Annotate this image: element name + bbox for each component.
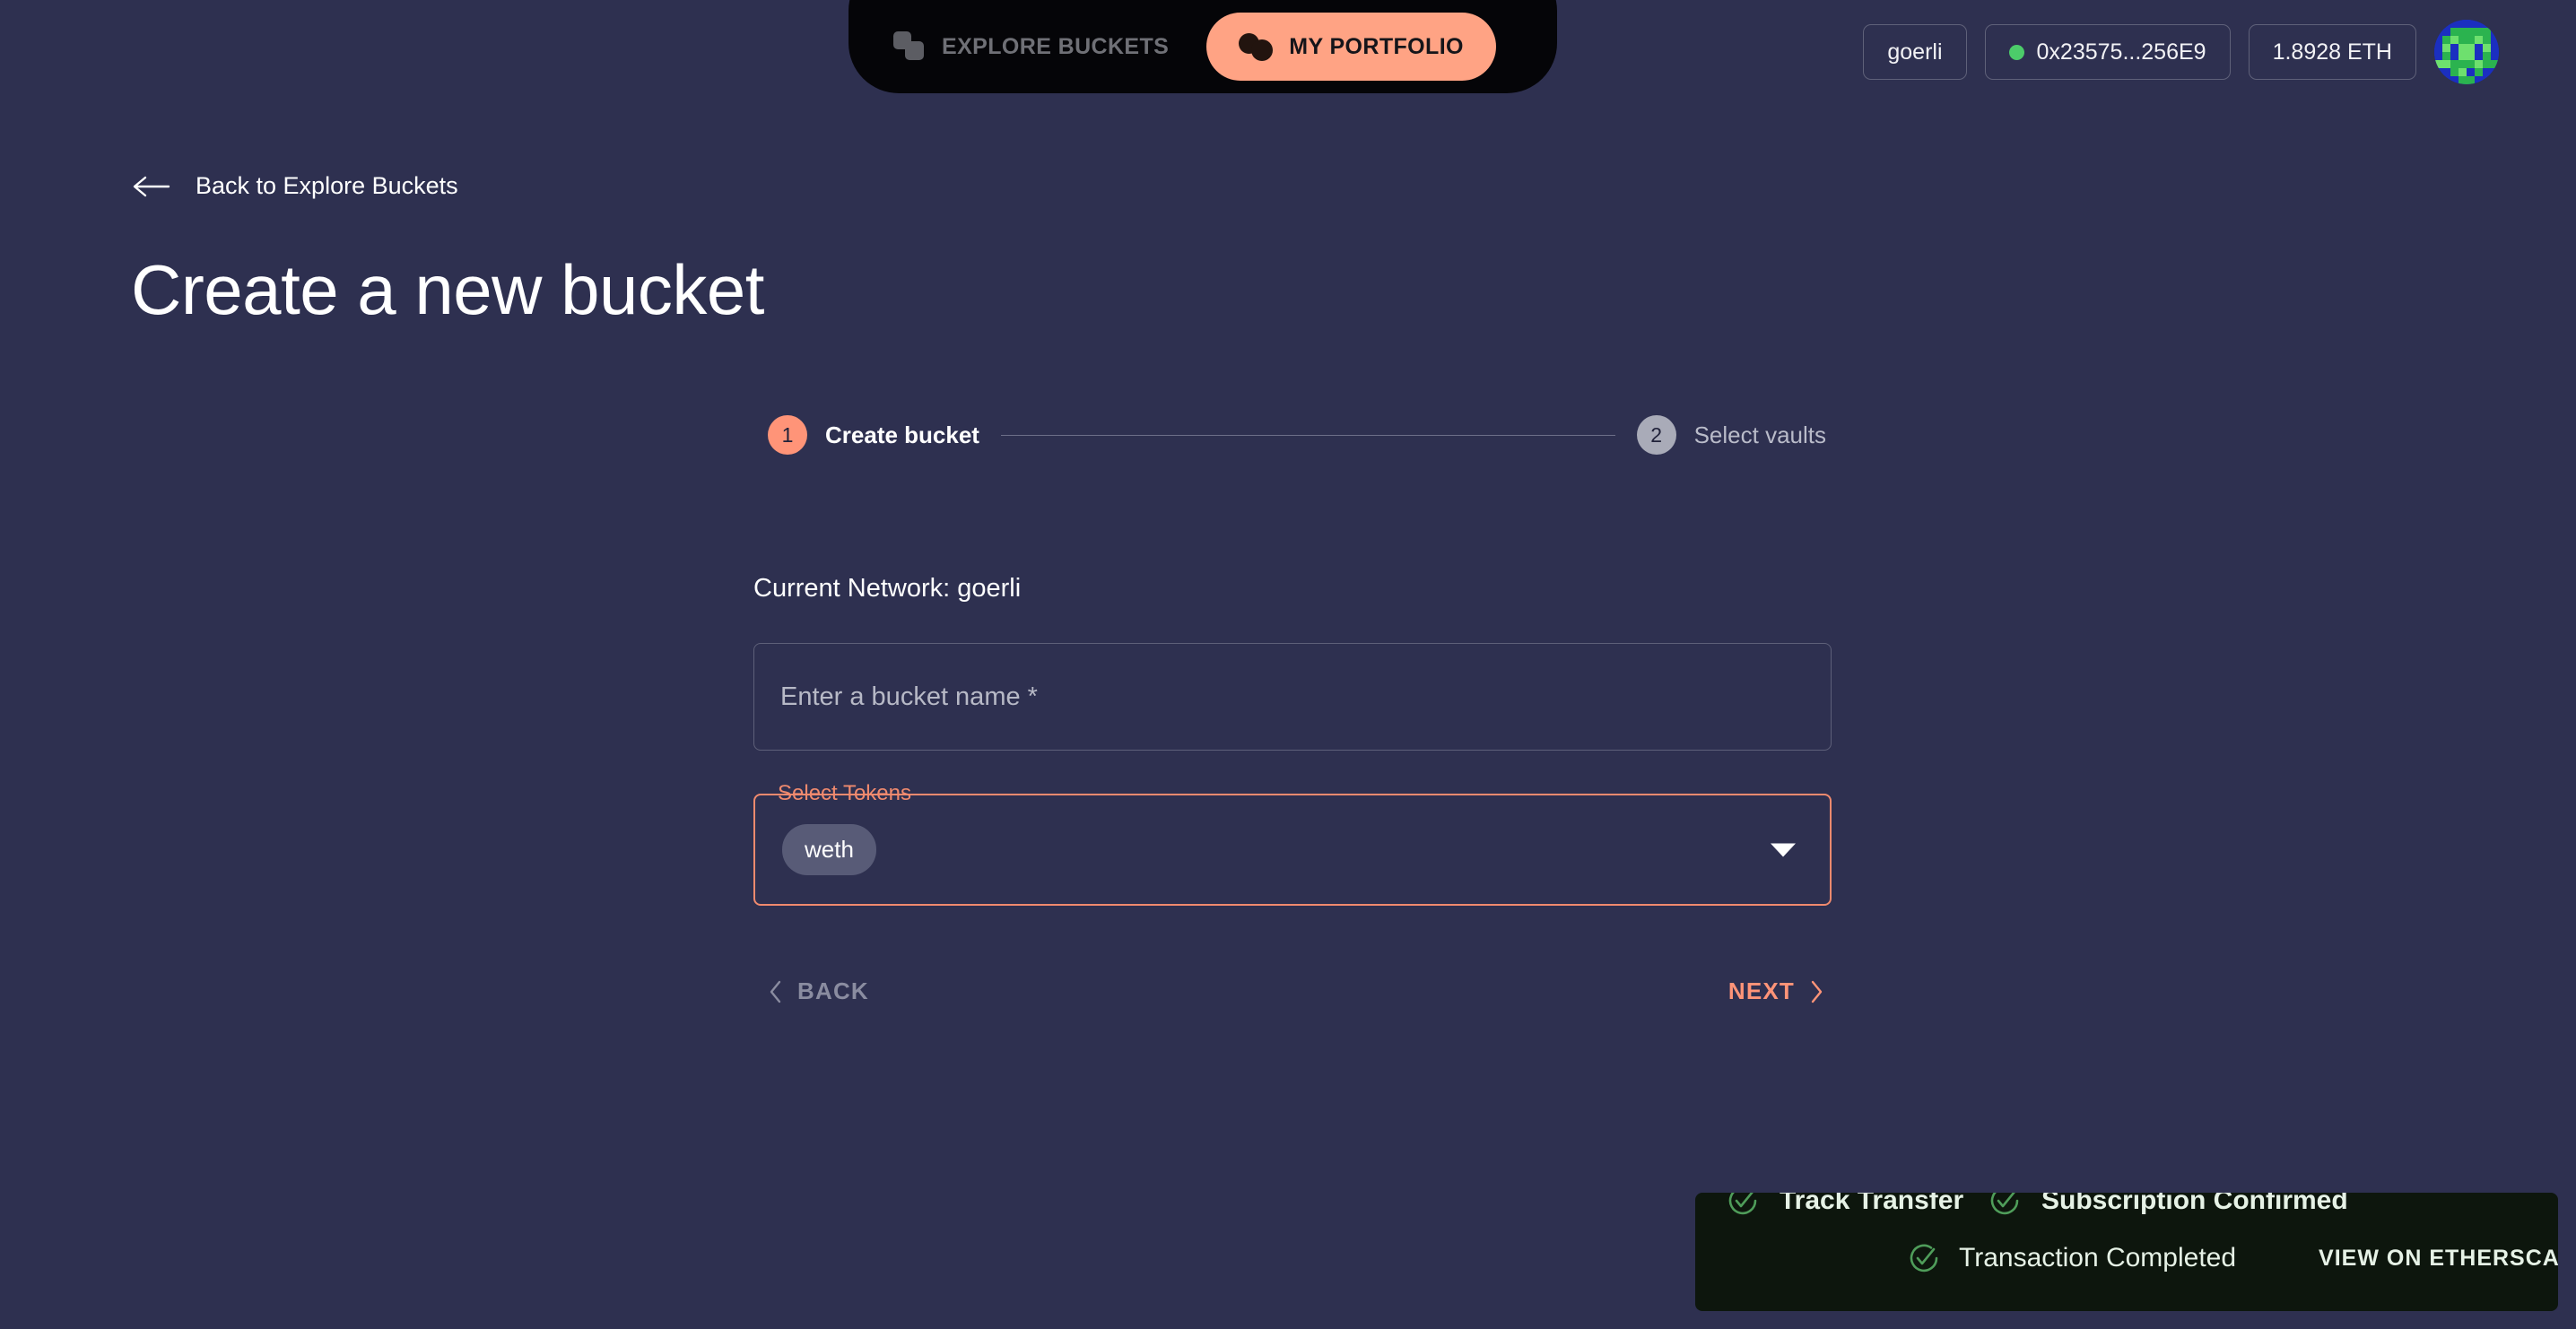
back-to-explore-buckets-link[interactable]: Back to Explore Buckets <box>133 172 458 200</box>
stepper-step-1-label: Create bucket <box>825 421 979 448</box>
arrow-left-icon <box>133 176 170 196</box>
wallet-bar: goerli 0x23575...256E9 1.8928 ETH <box>1863 20 2499 84</box>
wizard-nav: BACK NEXT <box>767 977 1825 1005</box>
tab-explore-buckets[interactable]: EXPLORE BUCKETS <box>861 13 1201 81</box>
create-bucket-form: Current Network: goerli Enter a bucket n… <box>753 574 1832 906</box>
current-network-text: Current Network: goerli <box>753 574 1022 603</box>
next-button-label: NEXT <box>1727 977 1795 1004</box>
toast-subscription-confirmed[interactable]: Subscription Confirmed <box>1989 1193 2348 1216</box>
select-tokens-wrapper: Select Tokens weth <box>753 781 1832 906</box>
check-circle-icon <box>1990 1193 2019 1215</box>
balance-chip-label: 1.8928 ETH <box>2272 39 2392 65</box>
token-chip-weth[interactable]: weth <box>782 824 876 875</box>
page-title: Create a new bucket <box>131 250 764 329</box>
stepper-step-1-number: 1 <box>768 415 807 455</box>
tab-my-portfolio[interactable]: MY PORTFOLIO <box>1206 13 1496 81</box>
select-tokens-input[interactable]: weth <box>753 794 1832 906</box>
network-chip-label: goerli <box>1887 39 1943 65</box>
chevron-left-icon <box>770 980 781 1003</box>
toast-transaction-completed-label: Transaction Completed <box>1959 1243 2237 1273</box>
toast-subscription-confirmed-label: Subscription Confirmed <box>2041 1193 2348 1215</box>
back-button-label: BACK <box>797 977 869 1004</box>
status-dot-icon <box>2008 44 2024 60</box>
address-chip-label: 0x23575...256E9 <box>2036 39 2206 65</box>
stepper-connector-line <box>1000 434 1615 436</box>
toast-stack: Track Transfer Subscription Confirmed Tr… <box>1695 1193 2558 1311</box>
stepper-step-2-number: 2 <box>1636 415 1676 455</box>
stepper-step-1[interactable]: 1 Create bucket <box>768 415 979 455</box>
toast-track-transfer[interactable]: Track Transfer <box>1727 1193 1963 1216</box>
balance-chip[interactable]: 1.8928 ETH <box>2248 24 2416 80</box>
network-chip[interactable]: goerli <box>1863 24 1967 80</box>
top-nav-pill: EXPLORE BUCKETS MY PORTFOLIO <box>849 0 1557 93</box>
back-button[interactable]: BACK <box>767 977 869 1005</box>
buckets-icon <box>893 31 926 62</box>
back-link-label: Back to Explore Buckets <box>196 172 458 199</box>
tab-my-portfolio-label: MY PORTFOLIO <box>1289 33 1464 59</box>
chevron-down-icon[interactable] <box>1771 843 1796 856</box>
stepper-step-2-label: Select vaults <box>1693 421 1826 448</box>
toast-transaction-completed[interactable]: Transaction Completed VIEW ON ETHERSCAN <box>1909 1243 2558 1273</box>
stepper-step-2[interactable]: 2 Select vaults <box>1636 415 1826 455</box>
next-button[interactable]: NEXT <box>1728 977 1825 1005</box>
wizard-stepper: 1 Create bucket 2 Select vaults <box>768 415 1826 455</box>
toast-track-transfer-label: Track Transfer <box>1780 1193 1964 1215</box>
bucket-name-placeholder: Enter a bucket name * <box>780 682 1038 711</box>
portfolio-coins-icon <box>1239 33 1274 61</box>
tab-explore-buckets-label: EXPLORE BUCKETS <box>942 33 1170 59</box>
view-on-etherscan-link[interactable]: VIEW ON ETHERSCAN <box>2319 1246 2558 1272</box>
bucket-name-input[interactable]: Enter a bucket name * <box>753 643 1832 751</box>
check-circle-icon <box>1728 1193 1757 1215</box>
address-chip[interactable]: 0x23575...256E9 <box>1984 24 2231 80</box>
chevron-right-icon <box>1811 980 1823 1003</box>
avatar[interactable] <box>2434 20 2499 84</box>
check-circle-icon <box>1910 1244 1938 1273</box>
